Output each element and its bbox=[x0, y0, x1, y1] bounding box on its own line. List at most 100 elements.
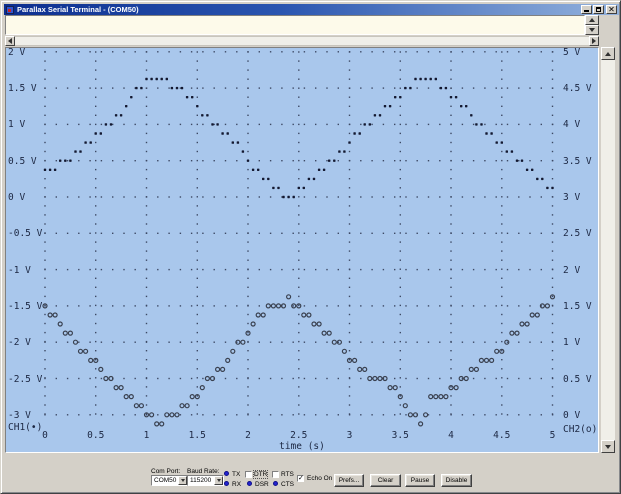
scroll-right-button[interactable] bbox=[589, 36, 599, 46]
grid-dot bbox=[348, 132, 351, 135]
grid-dot bbox=[461, 305, 464, 307]
grid-dot bbox=[196, 404, 198, 406]
grid-dot bbox=[298, 286, 300, 288]
grid-dot bbox=[472, 341, 475, 343]
grid-dot bbox=[44, 132, 46, 135]
grid-dot bbox=[224, 123, 227, 126]
ch1-point bbox=[135, 86, 138, 90]
grid-dot bbox=[399, 223, 401, 225]
grid-dot bbox=[145, 96, 148, 98]
close-button[interactable]: ✕ bbox=[606, 5, 617, 14]
text-horizontal-scrollbar[interactable] bbox=[5, 36, 599, 46]
grid-dot bbox=[112, 341, 114, 343]
titlebar[interactable]: Parallax Serial Terminal - (COM50) ✕ bbox=[4, 4, 619, 15]
grid-dot bbox=[168, 160, 170, 162]
minimize-button[interactable] bbox=[581, 5, 592, 14]
grid-dot bbox=[78, 87, 80, 89]
grid-dot bbox=[269, 232, 272, 234]
grid-dot bbox=[348, 232, 351, 234]
disable-button[interactable]: Disable bbox=[441, 474, 472, 487]
scroll-up-button[interactable] bbox=[585, 15, 599, 25]
ch1-point bbox=[358, 132, 361, 135]
grid-dot bbox=[450, 277, 452, 279]
baud-rate-select[interactable]: 115200 bbox=[187, 475, 224, 486]
grid-dot bbox=[202, 87, 204, 89]
grid-dot bbox=[78, 268, 80, 271]
grid-dot bbox=[298, 223, 300, 225]
left-axis-tick: -2 V bbox=[8, 337, 31, 349]
grid-dot bbox=[247, 78, 249, 80]
com-port-select[interactable]: COM50 bbox=[151, 475, 188, 486]
maximize-button[interactable] bbox=[593, 5, 604, 14]
grid-dot bbox=[551, 105, 554, 107]
grid-dot bbox=[236, 377, 238, 380]
grid-dot bbox=[145, 60, 148, 62]
grid-dot bbox=[157, 160, 159, 162]
grid-dot bbox=[540, 196, 542, 198]
grid-dot bbox=[298, 340, 300, 343]
grid-dot bbox=[123, 377, 125, 380]
grid-dot bbox=[66, 160, 69, 162]
grid-dot bbox=[66, 87, 69, 89]
grid-dot bbox=[145, 259, 148, 261]
grid-dot bbox=[551, 386, 554, 388]
ch2-point bbox=[164, 412, 170, 418]
grid-dot bbox=[196, 123, 198, 126]
right-axis-tick: 0.5 V bbox=[563, 373, 592, 385]
grid-dot bbox=[506, 51, 509, 53]
grid-dot bbox=[450, 340, 452, 343]
grid-dot bbox=[224, 414, 227, 416]
grid-dot bbox=[450, 187, 452, 189]
grid-dot bbox=[371, 414, 373, 416]
grid-dot bbox=[450, 214, 452, 216]
grid-dot bbox=[399, 241, 401, 243]
dtr-checkbox[interactable] bbox=[245, 471, 252, 478]
plot-vertical-scrollbar[interactable] bbox=[601, 47, 615, 453]
prefs-button[interactable]: Prefs... bbox=[334, 474, 364, 487]
grid-dot bbox=[348, 150, 351, 153]
ch2-point bbox=[316, 321, 322, 327]
grid-dot bbox=[399, 350, 401, 352]
grid-dot bbox=[247, 277, 249, 279]
grid-dot bbox=[484, 51, 486, 53]
scroll-left-button[interactable] bbox=[5, 36, 15, 46]
ch1-point bbox=[79, 150, 82, 153]
rts-checkbox[interactable] bbox=[272, 471, 279, 478]
baud-rate-label: Baud Rate: bbox=[187, 468, 220, 475]
scroll-down-button[interactable] bbox=[585, 25, 599, 35]
echo-on-checkbox[interactable]: ✓ bbox=[297, 475, 304, 482]
grid-dot bbox=[348, 223, 351, 225]
grid-dot bbox=[551, 241, 554, 243]
grid-dot bbox=[196, 150, 198, 153]
grid-dot bbox=[348, 268, 351, 270]
com-port-dropdown-button[interactable] bbox=[178, 476, 187, 485]
grid-dot bbox=[450, 250, 452, 252]
ch1-point bbox=[449, 96, 453, 99]
pause-button[interactable]: Pause bbox=[405, 474, 435, 487]
grid-dot bbox=[416, 160, 418, 162]
grid-dot bbox=[551, 78, 554, 80]
grid-dot bbox=[360, 160, 362, 162]
grid-dot bbox=[360, 87, 362, 89]
ch1-point bbox=[64, 159, 67, 162]
grid-dot bbox=[472, 414, 475, 416]
baud-rate-dropdown-button[interactable] bbox=[214, 476, 223, 485]
plot-scroll-down-button[interactable] bbox=[601, 440, 615, 453]
grid-dot bbox=[196, 413, 198, 415]
grid-dot bbox=[100, 377, 103, 380]
clear-button[interactable]: Clear bbox=[370, 474, 401, 487]
ch2-point bbox=[108, 375, 114, 382]
ch2-point bbox=[270, 303, 276, 309]
terminal-input[interactable] bbox=[5, 15, 585, 35]
grid-dot bbox=[348, 331, 351, 334]
plot-scroll-up-button[interactable] bbox=[601, 47, 615, 60]
grid-dot bbox=[95, 377, 97, 379]
grid-dot bbox=[371, 305, 373, 307]
ch2-point bbox=[392, 385, 398, 391]
ch1-point bbox=[196, 105, 199, 108]
grid-dot bbox=[540, 414, 542, 416]
ch2-point bbox=[301, 312, 307, 318]
text-vertical-scrollbar[interactable] bbox=[585, 15, 599, 35]
ch1-point bbox=[510, 150, 514, 153]
grid-dot bbox=[78, 232, 80, 234]
